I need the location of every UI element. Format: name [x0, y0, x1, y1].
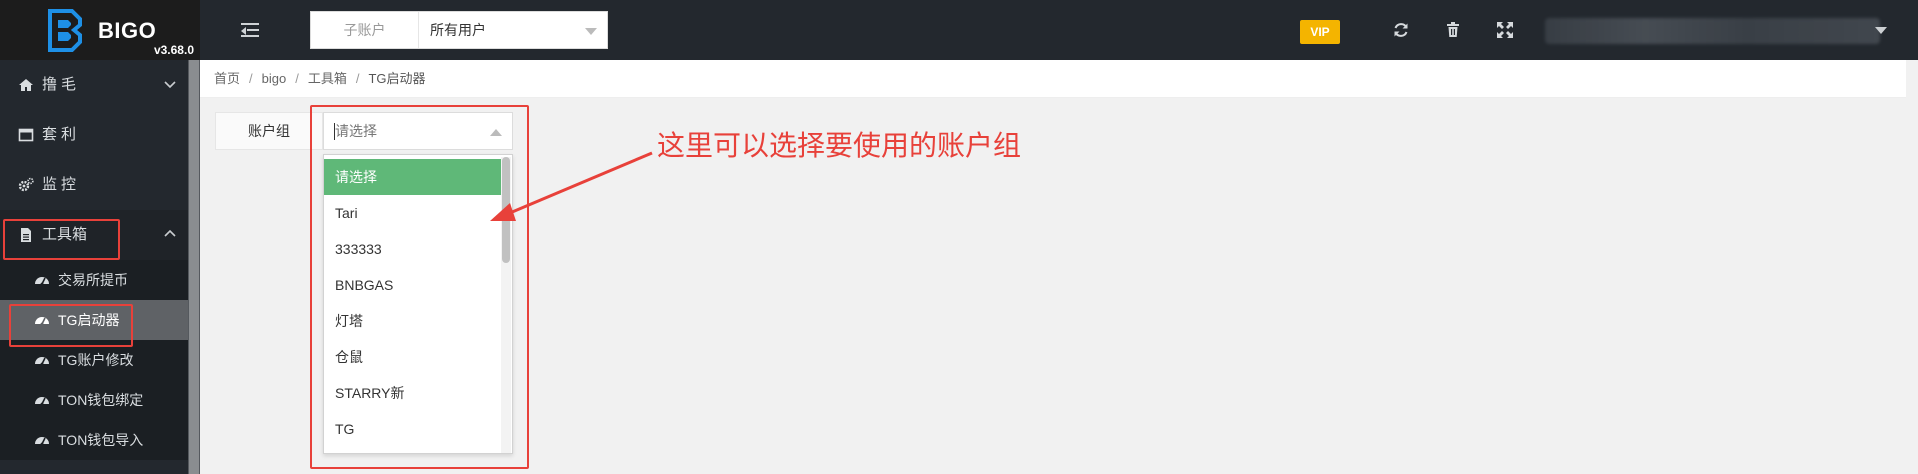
breadcrumb-bar: 首页 / bigo / 工具箱 / TG启动器: [200, 60, 1918, 98]
chevron-down-icon[interactable]: [1875, 27, 1887, 34]
sidebar-subitem-ton-wallet-import[interactable]: TON钱包导入: [0, 420, 188, 460]
window-icon: [18, 128, 34, 142]
main-scrollbar[interactable]: [1906, 60, 1918, 474]
account-group-dropdown[interactable]: 请选择 Tari 333333 BNBGAS 灯塔 仓鼠 STARRY新 TG: [323, 154, 513, 454]
breadcrumb-toolbox[interactable]: 工具箱: [308, 71, 347, 86]
dashboard-icon: [35, 317, 49, 326]
menu-toggle-icon[interactable]: [241, 22, 259, 38]
sidebar-item-label: 撸毛: [42, 76, 81, 93]
chevron-up-icon: [490, 129, 502, 136]
dropdown-scrollbar[interactable]: [501, 157, 511, 453]
gears-icon: [18, 177, 34, 192]
sidebar-scrollbar-thumb[interactable]: [189, 60, 199, 474]
sidebar-subitem-label: TON钱包导入: [58, 432, 144, 448]
sidebar-item-toolbox[interactable]: 工具箱: [0, 210, 188, 260]
dropdown-option[interactable]: BNBGAS: [324, 267, 502, 303]
dropdown-option[interactable]: TG: [324, 411, 502, 447]
dropdown-option[interactable]: 灯塔: [324, 303, 502, 339]
breadcrumb-current: TG启动器: [368, 71, 426, 86]
dashboard-icon: [35, 277, 49, 286]
fullscreen-icon[interactable]: [1496, 21, 1514, 39]
logo-area[interactable]: BIGO v3.68.0: [0, 0, 200, 60]
user-menu-redacted[interactable]: [1545, 18, 1880, 44]
top-bar: BIGO v3.68.0 子账户 所有用户 VIP: [0, 0, 1918, 60]
text-cursor: [334, 123, 335, 140]
sidebar-subitem-label: 交易所提币: [58, 272, 128, 288]
chevron-up-icon: [164, 229, 176, 237]
sub-account-value: 所有用户: [430, 22, 486, 38]
sidebar-subitem-label: TON钱包绑定: [58, 392, 144, 408]
sidebar: 撸毛 套利 监控 工具箱 交易所提币 TG启动器 TG账户修改 TON钱包绑定 …: [0, 60, 188, 474]
bigo-logo-icon: [48, 9, 82, 52]
sidebar-subitem-tg-launcher[interactable]: TG启动器: [0, 300, 188, 340]
breadcrumb-home[interactable]: 首页: [214, 71, 240, 86]
sidebar-subitem-tg-account-edit[interactable]: TG账户修改: [0, 340, 188, 380]
home-icon: [19, 79, 33, 91]
account-group-select[interactable]: 请选择: [323, 112, 513, 150]
account-group-label: 账户组: [215, 112, 323, 150]
dropdown-option[interactable]: 333333: [324, 231, 502, 267]
sidebar-subitem-exchange-withdraw[interactable]: 交易所提币: [0, 260, 188, 300]
vip-badge[interactable]: VIP: [1300, 20, 1340, 44]
sidebar-subitem-label: TG启动器: [58, 312, 120, 328]
sidebar-subitem-label: TG账户修改: [58, 352, 134, 368]
dropdown-option[interactable]: Tari: [324, 195, 502, 231]
sidebar-item-label: 监控: [42, 176, 81, 193]
sidebar-item-lumao[interactable]: 撸毛: [0, 60, 188, 110]
breadcrumb: 首页 / bigo / 工具箱 / TG启动器: [214, 71, 426, 86]
sidebar-item-jiankong[interactable]: 监控: [0, 160, 188, 210]
refresh-icon[interactable]: [1392, 21, 1410, 39]
breadcrumb-bigo[interactable]: bigo: [262, 71, 287, 86]
sidebar-scrollbar[interactable]: [188, 60, 200, 474]
dashboard-icon: [35, 397, 49, 406]
dashboard-icon: [35, 437, 49, 446]
dropdown-option[interactable]: 仓鼠: [324, 339, 502, 375]
app-version: v3.68.0: [153, 43, 194, 57]
annotation-text: 这里可以选择要使用的账户组: [657, 130, 1022, 161]
sidebar-item-label: 套利: [42, 126, 81, 143]
logo-text: BIGO: [98, 18, 157, 43]
dropdown-option[interactable]: 请选择: [324, 159, 502, 195]
file-icon: [21, 228, 31, 242]
sub-account-label: 子账户: [311, 12, 419, 48]
sidebar-item-taoli[interactable]: 套利: [0, 110, 188, 160]
sub-account-select[interactable]: 子账户 所有用户: [310, 11, 608, 49]
account-group-placeholder: 请选择: [335, 123, 377, 139]
dropdown-scrollbar-thumb[interactable]: [502, 157, 510, 263]
sidebar-subitem-ton-wallet-bind[interactable]: TON钱包绑定: [0, 380, 188, 420]
chevron-down-icon: [164, 81, 176, 89]
chevron-down-icon: [585, 28, 597, 35]
dashboard-icon: [35, 357, 49, 366]
dropdown-option[interactable]: STARRY新: [324, 375, 502, 411]
sidebar-item-label: 工具箱: [42, 226, 88, 243]
trash-icon[interactable]: [1444, 21, 1462, 39]
